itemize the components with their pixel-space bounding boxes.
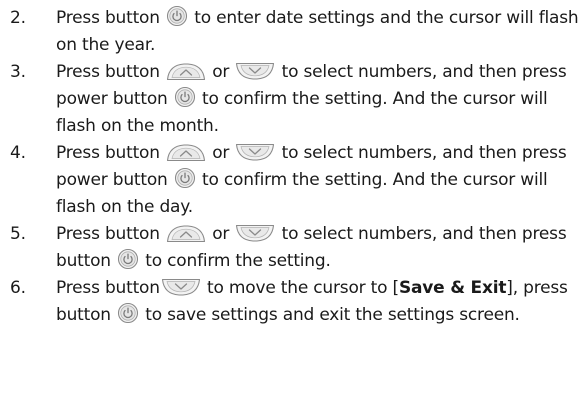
step-text: Press button to move the cursor to [Save… — [56, 275, 580, 329]
power-button-icon — [174, 86, 196, 108]
up-button-icon — [166, 143, 206, 162]
up-button-icon — [166, 62, 206, 81]
step-number: 6. — [10, 278, 26, 298]
up-button-icon — [166, 224, 206, 243]
step-text-fragment: Press button — [56, 8, 166, 28]
step-text-fragment: Press button — [56, 143, 166, 163]
step-text-fragment: or — [207, 143, 235, 163]
step-text-fragment: Press button — [56, 224, 166, 244]
step-item: 2. Press button to enter date settings an… — [8, 5, 580, 59]
step-text: Press button to enter date settings and … — [56, 5, 580, 59]
step-text-fragment: to confirm the setting. — [140, 251, 331, 271]
step-text-fragment: Press button — [56, 62, 166, 82]
down-button-icon — [235, 62, 275, 81]
down-button-icon — [235, 143, 275, 162]
step-text-fragment: or — [207, 224, 235, 244]
power-button-icon — [117, 302, 139, 324]
step-text-fragment: Press button — [56, 278, 160, 298]
step-text-fragment: or — [207, 62, 235, 82]
step-number: 5. — [10, 224, 26, 244]
down-button-icon — [161, 278, 201, 297]
step-number: 2. — [10, 8, 26, 28]
instructions-page: 2. Press button to enter date settings an… — [0, 0, 588, 403]
power-button-icon — [166, 5, 188, 27]
steps-list: 2. Press button to enter date settings an… — [8, 5, 580, 329]
step-item: 4. Press button or to select numbers, and… — [8, 140, 580, 221]
step-number: 4. — [10, 143, 26, 163]
step-text: Press button or to select numbers, and t… — [56, 59, 580, 140]
step-item: 3. Press button or to select numbers, and… — [8, 59, 580, 140]
step-item: 6. Press button to move the cursor to [Sa… — [8, 275, 580, 329]
power-button-icon — [174, 167, 196, 189]
step-text-fragment: to move the cursor to [ — [201, 278, 399, 298]
step-text: Press button or to select numbers, and t… — [56, 221, 580, 275]
power-button-icon — [117, 248, 139, 270]
menu-option-label: Save & Exit — [398, 278, 507, 298]
step-item: 5. Press button or to select numbers, and… — [8, 221, 580, 275]
step-text: Press button or to select numbers, and t… — [56, 140, 580, 221]
step-number: 3. — [10, 62, 26, 82]
down-button-icon — [235, 224, 275, 243]
step-text-fragment: to save settings and exit the settings s… — [140, 305, 520, 325]
